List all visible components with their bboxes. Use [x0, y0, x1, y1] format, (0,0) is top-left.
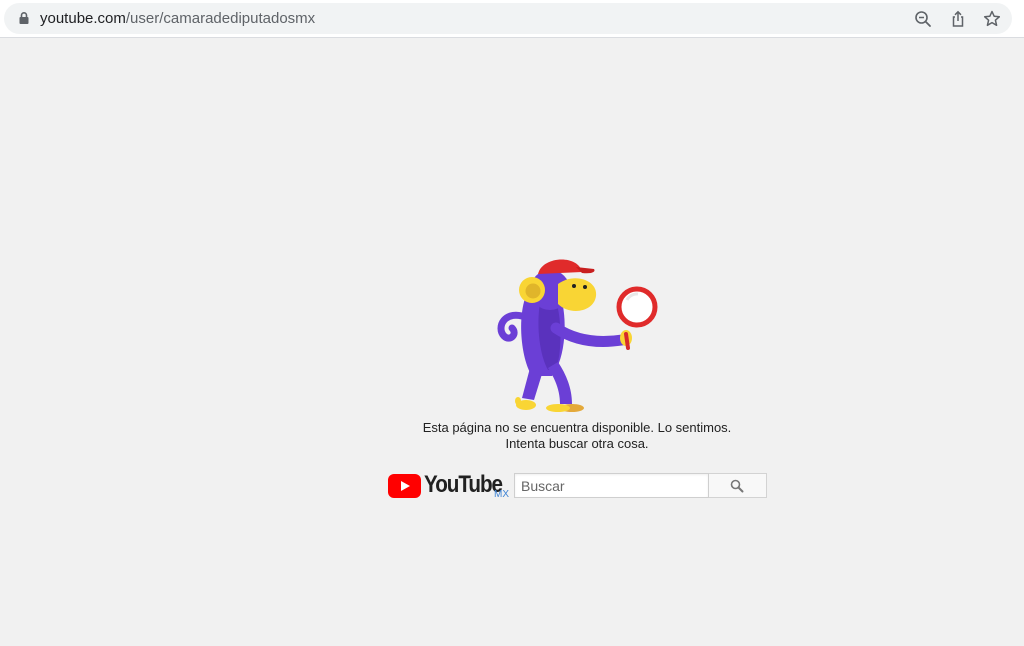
- share-icon[interactable]: [948, 9, 968, 29]
- monkey-illustration: [497, 259, 658, 412]
- play-icon: [388, 474, 421, 498]
- search-icon: [730, 479, 744, 493]
- search-button[interactable]: [709, 473, 767, 498]
- youtube-logo[interactable]: YouTube MX: [386, 470, 512, 502]
- zoom-icon[interactable]: [913, 9, 933, 29]
- logo-wordmark: YouTube: [424, 471, 503, 498]
- browser-toolbar: youtube.com/user/camaradediputadosmx: [0, 0, 1024, 38]
- page-content: Esta página no se encuentra disponible. …: [0, 38, 1024, 646]
- url-domain: youtube.com: [40, 10, 126, 27]
- error-message-line1: Esta página no se encuentra disponible. …: [422, 420, 732, 435]
- error-message-line2: Intenta buscar otra cosa.: [505, 436, 649, 451]
- bookmark-star-icon[interactable]: [982, 9, 1002, 29]
- url-text[interactable]: youtube.com/user/camaradediputadosmx: [40, 10, 315, 27]
- search-input[interactable]: [514, 473, 709, 498]
- url-path: /user/camaradediputadosmx: [125, 10, 316, 27]
- lock-icon[interactable]: [17, 11, 31, 25]
- logo-country-code: MX: [494, 489, 509, 500]
- error-message: Esta página no se encuentra disponible. …: [312, 420, 842, 452]
- address-bar[interactable]: youtube.com/user/camaradediputadosmx: [4, 3, 1012, 34]
